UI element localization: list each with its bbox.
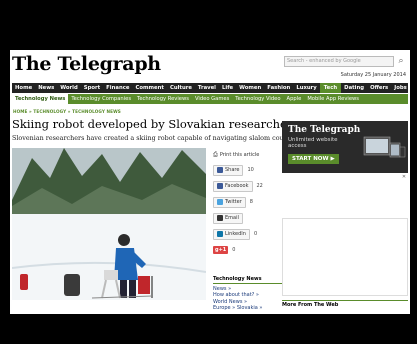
facebook-count: 22 <box>256 183 263 189</box>
browser-page: The Telegraph Search - enhanced by Googl… <box>10 50 410 314</box>
nav-item-fashion[interactable]: Fashion <box>264 85 293 91</box>
nav-right-group: Dating Offers Jobs <box>341 85 410 91</box>
video-frame-image <box>12 148 206 300</box>
print-icon: ⎙ <box>213 151 218 158</box>
advert-slot <box>282 218 408 296</box>
linkedin-count: 0 <box>253 231 258 237</box>
nav-item-tech[interactable]: Tech <box>319 83 342 93</box>
devices-image <box>363 136 406 158</box>
nav-item-life[interactable]: Life <box>219 85 236 91</box>
related-link-europe-slovakia[interactable]: Europe » Slovakia » <box>213 305 283 311</box>
subnav-technology-companies[interactable]: Technology Companies <box>68 96 134 102</box>
share-row-linkedin: LinkedIn 0 <box>213 228 281 240</box>
share-row-gplus: g+1 0 <box>213 244 281 256</box>
nav-item-world[interactable]: World <box>57 85 81 91</box>
main-nav: Home News World Sport Finance Comment Cu… <box>12 83 408 93</box>
subnav-video-games[interactable]: Video Games <box>192 96 232 102</box>
subnav-technology-video[interactable]: Technology Video <box>232 96 283 102</box>
nav-item-dating[interactable]: Dating <box>341 85 367 91</box>
facebook-button[interactable]: Facebook <box>213 180 253 192</box>
subnav-mobile-app-reviews[interactable]: Mobile App Reviews <box>304 96 362 102</box>
share-row-facebook: Facebook 22 <box>213 180 281 192</box>
nav-item-luxury[interactable]: Luxury <box>293 85 319 91</box>
share-row-email: Email <box>213 212 281 224</box>
nav-item-offers[interactable]: Offers <box>367 85 391 91</box>
facebook-label: Facebook <box>225 183 249 189</box>
subnav-apple[interactable]: Apple <box>284 96 305 102</box>
share-count: 10 <box>247 167 254 173</box>
facebook-share-icon <box>217 167 223 173</box>
twitter-button[interactable]: Twitter <box>213 196 246 208</box>
email-icon <box>217 215 223 221</box>
article-standfirst: Slovenian researchers have created a ski… <box>12 134 300 142</box>
share-row-twitter: Twitter 8 <box>213 196 281 208</box>
nav-item-news[interactable]: News <box>35 85 57 91</box>
print-article-link[interactable]: ⎙ Print this article <box>213 150 281 160</box>
subnav-technology-news[interactable]: Technology News <box>12 94 69 104</box>
ad-placeholder <box>282 173 408 216</box>
linkedin-button[interactable]: LinkedIn <box>213 228 250 240</box>
twitter-count: 8 <box>249 199 253 205</box>
nav-item-finance[interactable]: Finance <box>103 85 132 91</box>
ad-text: Unlimited website access <box>288 137 338 149</box>
related-news: Technology News News » How about that? »… <box>213 276 283 311</box>
search-icon[interactable]: ⌕ <box>396 55 406 67</box>
nav-item-travel[interactable]: Travel <box>195 85 219 91</box>
ad-logo: The Telegraph <box>288 125 361 135</box>
print-label: Print this article <box>219 152 260 158</box>
nav-item-jobs[interactable]: Jobs <box>391 85 410 91</box>
linkedin-label: LinkedIn <box>225 231 246 237</box>
nav-item-comment[interactable]: Comment <box>132 85 166 91</box>
linkedin-icon <box>217 231 223 237</box>
nav-item-sport[interactable]: Sport <box>81 85 103 91</box>
nav-item-women[interactable]: Women <box>236 85 264 91</box>
breadcrumb[interactable]: HOME » TECHNOLOGY » TECHNOLOGY NEWS <box>13 109 121 114</box>
more-from-the-web-heading: More From The Web <box>282 300 408 308</box>
site-logo[interactable]: The Telegraph <box>12 53 161 75</box>
share-label: Share <box>225 167 240 173</box>
nav-item-home[interactable]: Home <box>12 85 35 91</box>
close-icon[interactable]: ✕ <box>401 174 407 180</box>
gplus-button[interactable]: g+1 <box>213 246 229 254</box>
twitter-label: Twitter <box>225 199 242 205</box>
article-headline: Skiing robot developed by Slovakian rese… <box>12 117 299 131</box>
start-now-button[interactable]: START NOW ▶ <box>288 154 339 164</box>
gplus-count: 0 <box>232 247 236 253</box>
search-input[interactable]: Search - enhanced by Google <box>284 56 394 67</box>
subscription-ad[interactable]: The Telegraph Unlimited website access S… <box>282 121 408 216</box>
twitter-icon <box>217 199 223 205</box>
facebook-icon <box>217 183 223 189</box>
sub-nav: Technology News Technology Companies Tec… <box>12 94 408 104</box>
article-video[interactable] <box>12 148 206 300</box>
share-tools: ⎙ Print this article Share 10 Facebook 2… <box>213 150 281 256</box>
email-button[interactable]: Email <box>213 212 243 224</box>
share-button[interactable]: Share <box>213 164 244 176</box>
subnav-technology-reviews[interactable]: Technology Reviews <box>134 96 192 102</box>
nav-item-culture[interactable]: Culture <box>167 85 195 91</box>
share-row-share: Share 10 <box>213 164 281 176</box>
email-label: Email <box>225 215 239 221</box>
related-news-heading[interactable]: Technology News <box>213 276 283 285</box>
date-label: Saturday 25 January 2014 <box>340 72 406 78</box>
